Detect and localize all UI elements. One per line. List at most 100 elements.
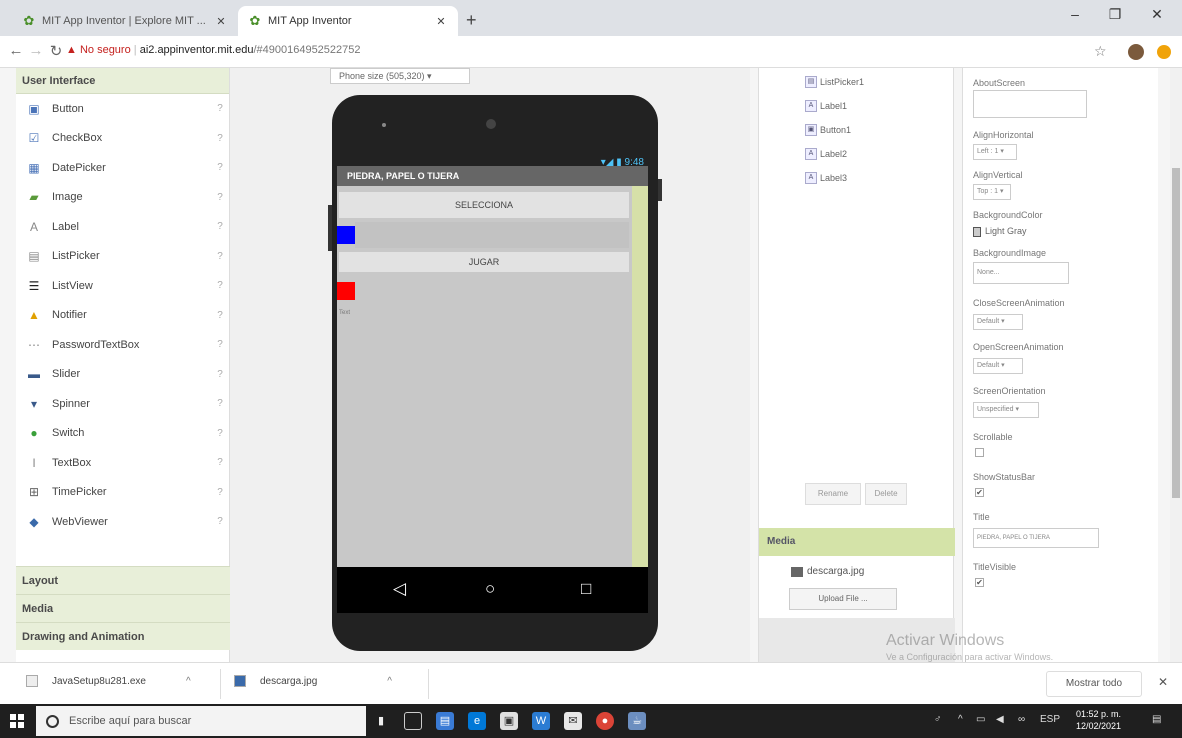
selecciona-button[interactable]: SELECCIONA <box>339 192 629 218</box>
tray-chevron-icon[interactable]: ^ <box>958 714 963 725</box>
title-field[interactable]: PIEDRA, PAPEL O TIJERA <box>973 528 1099 548</box>
palette-item-image[interactable]: ▰ Image? <box>16 183 230 213</box>
download-item-descarga[interactable]: descarga.jpg ^ <box>234 675 392 687</box>
scrollbar-thumb[interactable] <box>1172 168 1180 498</box>
network-icon[interactable]: ▭ <box>976 714 985 725</box>
delete-button[interactable]: Delete <box>865 483 907 505</box>
tab-app-inventor[interactable]: ✿ MIT App Inventor ✕ <box>238 6 458 36</box>
screen-orientation-select[interactable]: Unspecified ▾ <box>973 402 1039 418</box>
palette-item-button[interactable]: ▣ Button? <box>16 94 230 124</box>
tab-explore[interactable]: ✿ MIT App Inventor | Explore MIT ... ✕ <box>12 6 238 36</box>
help-icon[interactable]: ? <box>210 428 230 439</box>
minimize-icon[interactable]: – <box>1060 6 1090 22</box>
help-icon[interactable]: ? <box>210 221 230 232</box>
align-vertical-select[interactable]: Top : 1 ▾ <box>973 184 1011 200</box>
help-icon[interactable]: ? <box>210 310 230 321</box>
show-all-downloads-button[interactable]: Mostrar todo <box>1046 671 1142 697</box>
palette-item-passwordtextbox[interactable]: ⋯ PasswordTextBox? <box>16 330 230 360</box>
palette-item-checkbox[interactable]: ☑ CheckBox? <box>16 124 230 154</box>
palette-item-timepicker[interactable]: ⊞ TimePicker? <box>16 478 230 508</box>
label-component[interactable] <box>355 222 629 248</box>
scrollable-checkbox[interactable] <box>975 448 984 457</box>
palette-category-user-interface[interactable]: User Interface <box>16 68 229 94</box>
app-screen[interactable]: SELECCIONA JUGAR Text <box>337 186 648 567</box>
tree-item-label3[interactable]: A Label3 <box>805 166 864 190</box>
help-icon[interactable]: ? <box>210 516 230 527</box>
palette-item-textbox[interactable]: I TextBox? <box>16 448 230 478</box>
clock[interactable]: 01:52 p. m. 12/02/2021 <box>1076 708 1121 732</box>
reload-icon[interactable]: ↻ <box>46 42 66 60</box>
open-animation-select[interactable]: Default ▾ <box>973 358 1023 374</box>
upload-file-button[interactable]: Upload File ... <box>789 588 897 610</box>
palette-item-notifier[interactable]: ▲ Notifier? <box>16 301 230 331</box>
title-visible-checkbox[interactable]: ✔ <box>975 578 984 587</box>
show-status-bar-checkbox[interactable]: ✔ <box>975 488 984 497</box>
profile-avatar[interactable] <box>1128 44 1144 60</box>
jugar-button[interactable]: JUGAR <box>339 252 629 272</box>
tree-item-label1[interactable]: A Label1 <box>805 94 864 118</box>
chrome-icon[interactable]: ● <box>596 712 614 730</box>
tree-item-listpicker1[interactable]: ▤ ListPicker1 <box>805 70 864 94</box>
back-icon[interactable]: ← <box>6 42 26 59</box>
update-icon[interactable] <box>1157 45 1171 59</box>
palette-item-spinner[interactable]: ▾ Spinner? <box>16 389 230 419</box>
taskbar-search[interactable]: Escribe aquí para buscar <box>36 706 366 736</box>
tree-item-button1[interactable]: ▣ Button1 <box>805 118 864 142</box>
help-icon[interactable]: ? <box>210 133 230 144</box>
help-icon[interactable]: ? <box>210 339 230 350</box>
chevron-up-icon[interactable]: ^ <box>186 676 191 687</box>
palette-item-listpicker[interactable]: ▤ ListPicker? <box>16 242 230 272</box>
app-title-bar[interactable]: PIEDRA, PAPEL O TIJERA <box>337 166 648 186</box>
forward-icon[interactable]: → <box>26 42 46 59</box>
palette-item-slider[interactable]: ▬ Slider? <box>16 360 230 390</box>
palette-item-datepicker[interactable]: ▦ DatePicker? <box>16 153 230 183</box>
help-icon[interactable]: ? <box>210 369 230 380</box>
help-icon[interactable]: ? <box>210 487 230 498</box>
chevron-up-icon[interactable]: ^ <box>387 676 392 687</box>
maximize-icon[interactable]: ❐ <box>1100 6 1130 23</box>
media-file-item[interactable]: descarga.jpg <box>791 566 864 577</box>
help-icon[interactable]: ? <box>210 457 230 468</box>
help-icon[interactable]: ? <box>210 162 230 173</box>
tree-item-label2[interactable]: A Label2 <box>805 142 864 166</box>
close-tab-icon[interactable]: ✕ <box>434 15 448 28</box>
mail-icon[interactable]: ✉ <box>564 712 582 730</box>
store-bag-icon[interactable]: ▣ <box>500 712 518 730</box>
java-installer-icon[interactable]: ☕ <box>628 712 646 730</box>
page-scrollbar[interactable] <box>1170 68 1182 662</box>
palette-category-layout[interactable]: Layout <box>16 566 230 594</box>
bookmark-star-icon[interactable]: ☆ <box>1094 43 1107 60</box>
help-icon[interactable]: ? <box>210 192 230 203</box>
notifications-icon[interactable]: ▤ <box>1152 714 1161 725</box>
palette-category-media[interactable]: Media <box>16 594 230 622</box>
background-image-field[interactable]: None... <box>973 262 1069 284</box>
ime-icon[interactable]: ∞ <box>1018 714 1025 725</box>
palette-item-webviewer[interactable]: ◆ WebViewer? <box>16 507 230 537</box>
word-icon[interactable]: W <box>532 712 550 730</box>
task-view-icon[interactable] <box>404 712 422 730</box>
align-horizontal-select[interactable]: Left : 1 ▾ <box>973 144 1017 160</box>
blue-image[interactable] <box>337 226 355 244</box>
help-icon[interactable]: ? <box>210 398 230 409</box>
people-icon[interactable]: ♂ <box>934 714 942 725</box>
help-icon[interactable]: ? <box>210 251 230 262</box>
close-window-icon[interactable]: ✕ <box>1142 6 1172 23</box>
edge-icon[interactable]: e <box>468 712 486 730</box>
empty-label[interactable]: Text <box>339 310 350 316</box>
windows-start-icon[interactable] <box>10 714 24 728</box>
phone-size-select[interactable]: Phone size (505,320) ▾ <box>330 68 470 84</box>
close-animation-select[interactable]: Default ▾ <box>973 314 1023 330</box>
microphone-icon[interactable]: ▮ <box>372 712 390 730</box>
background-color-picker[interactable]: Light Gray <box>973 226 1027 237</box>
rename-button[interactable]: Rename <box>805 483 861 505</box>
palette-item-switch[interactable]: ● Switch? <box>16 419 230 449</box>
language-indicator[interactable]: ESP <box>1040 714 1060 725</box>
palette-category-drawing[interactable]: Drawing and Animation <box>16 622 230 650</box>
close-tab-icon[interactable]: ✕ <box>214 15 228 28</box>
help-icon[interactable]: ? <box>210 103 230 114</box>
red-image[interactable] <box>337 282 355 300</box>
url-field[interactable]: ▲ No seguro | ai2.appinventor.mit.edu/#4… <box>66 44 361 56</box>
about-screen-textarea[interactable] <box>973 90 1087 118</box>
store-icon[interactable]: ▤ <box>436 712 454 730</box>
palette-item-listview[interactable]: ☰ ListView? <box>16 271 230 301</box>
